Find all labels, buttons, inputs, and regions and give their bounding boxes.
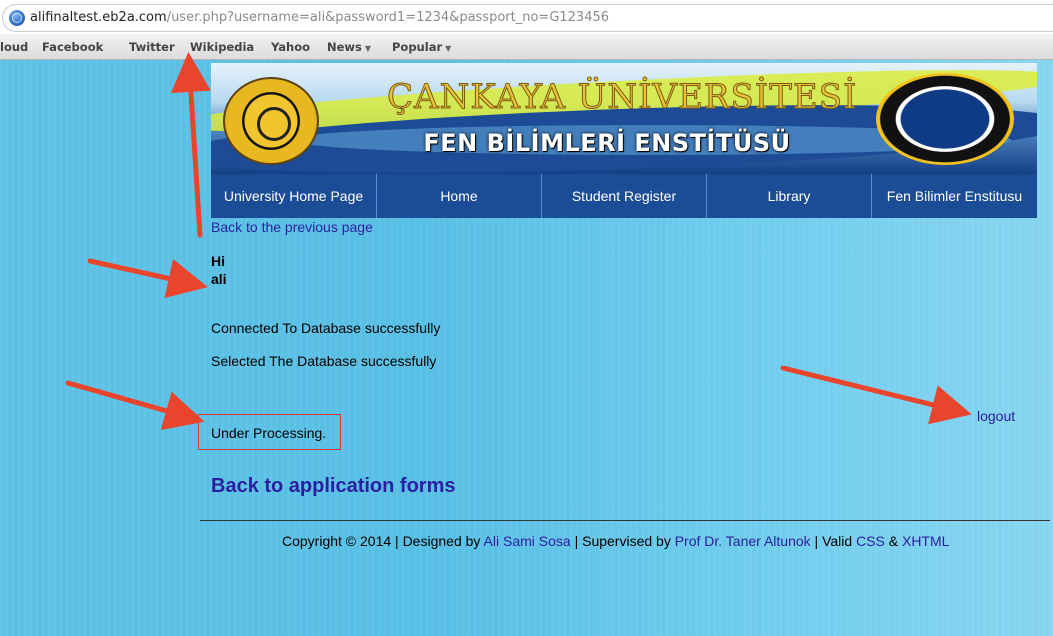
greeting: Hi bbox=[211, 253, 225, 269]
university-title: ÇANKAYA ÜNİVERSİTESİ bbox=[387, 77, 858, 118]
header-banner: ÇANKAYA ÜNİVERSİTESİ FEN BİLİMLERİ ENSTİ… bbox=[211, 63, 1037, 174]
bookmark-icloud[interactable]: loud bbox=[0, 40, 28, 54]
username-display: ali bbox=[211, 271, 227, 287]
bookmark-facebook[interactable]: Facebook bbox=[42, 40, 103, 54]
chevron-down-icon: ▼ bbox=[445, 44, 452, 53]
bookmarks-bar: loud Facebook Twitter Wikipedia Yahoo Ne… bbox=[0, 34, 1053, 60]
nav-library[interactable]: Library bbox=[707, 174, 872, 218]
url-text[interactable]: alifinaltest.eb2a.com/user.php?username=… bbox=[30, 10, 609, 25]
bookmark-yahoo[interactable]: Yahoo bbox=[271, 40, 310, 54]
bookmark-news-label: News bbox=[327, 40, 362, 54]
bookmark-popular-label: Popular bbox=[392, 40, 443, 54]
bookmark-news[interactable]: News ▼ bbox=[327, 40, 371, 54]
nav-university-home[interactable]: University Home Page bbox=[211, 174, 377, 218]
globe-icon bbox=[9, 10, 25, 26]
footer-divider bbox=[200, 520, 1050, 521]
footer: Copyright © 2014 | Designed by Ali Sami … bbox=[282, 533, 949, 549]
main-nav: University Home Page Home Student Regist… bbox=[211, 174, 1037, 218]
footer-valid-label: | Valid bbox=[810, 533, 857, 549]
browser-address-bar: alifinaltest.eb2a.com/user.php?username=… bbox=[0, 0, 1053, 34]
xhtml-link[interactable]: XHTML bbox=[902, 533, 949, 549]
nav-home[interactable]: Home bbox=[377, 174, 542, 218]
bookmark-popular[interactable]: Popular ▼ bbox=[392, 40, 451, 54]
logout-link[interactable]: logout bbox=[977, 408, 1015, 424]
university-seal-logo bbox=[223, 77, 319, 165]
supervisor-link[interactable]: Prof Dr. Taner Altunok bbox=[675, 533, 811, 549]
url-domain: alifinaltest.eb2a.com bbox=[30, 10, 167, 25]
nav-student-register[interactable]: Student Register bbox=[542, 174, 707, 218]
db-connected-message: Connected To Database successfully bbox=[211, 320, 441, 336]
bookmark-twitter[interactable]: Twitter bbox=[129, 40, 175, 54]
nav-fen-bilimler[interactable]: Fen Bilimler Enstitusu bbox=[872, 174, 1037, 218]
chevron-down-icon: ▼ bbox=[364, 44, 372, 53]
designer-link[interactable]: Ali Sami Sosa bbox=[484, 533, 571, 549]
url-path: /user.php?username=ali&password1=1234&pa… bbox=[166, 10, 610, 25]
footer-supervised-label: | Supervised by bbox=[570, 533, 675, 549]
back-to-previous-link[interactable]: Back to the previous page bbox=[211, 219, 373, 235]
back-to-forms-link[interactable]: Back to application forms bbox=[211, 475, 456, 498]
url-field[interactable]: alifinaltest.eb2a.com/user.php?username=… bbox=[2, 4, 1053, 32]
institute-seal-logo bbox=[876, 73, 1014, 165]
status-message: Under Processing. bbox=[211, 425, 327, 441]
footer-amp: & bbox=[884, 533, 902, 549]
page-body: ÇANKAYA ÜNİVERSİTESİ FEN BİLİMLERİ ENSTİ… bbox=[0, 60, 1053, 636]
css-link[interactable]: CSS bbox=[856, 533, 885, 549]
footer-copyright: Copyright © 2014 | Designed by bbox=[282, 533, 484, 549]
db-selected-message: Selected The Database successfully bbox=[211, 353, 437, 369]
bookmark-wikipedia[interactable]: Wikipedia bbox=[190, 40, 254, 54]
institute-title: FEN BİLİMLERİ ENSTİTÜSÜ bbox=[423, 129, 791, 157]
